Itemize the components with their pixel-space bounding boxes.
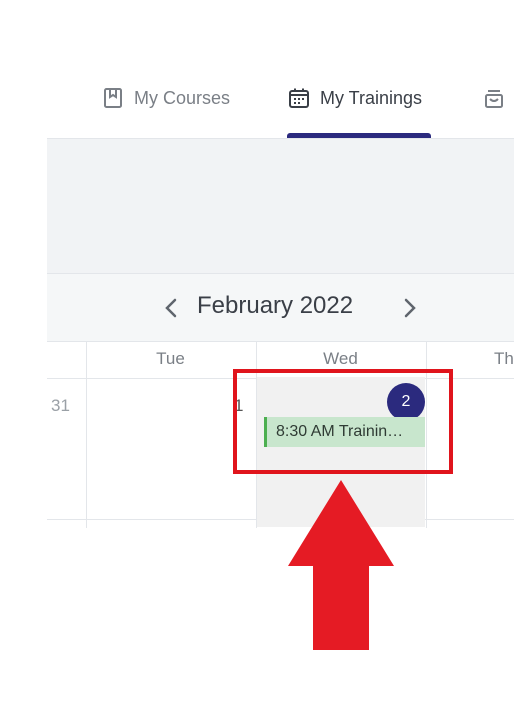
- weekday-tue: Tue: [156, 349, 185, 368]
- arrow-up-icon: [288, 480, 394, 650]
- tab-bar: My Courses My Trainings: [0, 0, 514, 139]
- calendar-icon: [288, 87, 310, 109]
- grid-line: [86, 341, 87, 528]
- tab-more[interactable]: [483, 84, 505, 112]
- month-title: February 2022: [197, 292, 354, 319]
- day-number: 31: [51, 396, 70, 415]
- tab-my-courses[interactable]: My Courses: [102, 84, 230, 112]
- tab-label: My Courses: [134, 87, 231, 108]
- highlight-box: [233, 369, 453, 474]
- book-icon: [102, 87, 124, 109]
- chevron-left-icon: [165, 298, 177, 318]
- next-month-button[interactable]: [397, 291, 423, 325]
- filter-panel: [47, 139, 514, 273]
- tab-my-trainings[interactable]: My Trainings: [288, 84, 422, 112]
- tab-label: My Trainings: [320, 87, 423, 108]
- chevron-right-icon: [404, 298, 416, 318]
- previous-month-button[interactable]: [158, 291, 184, 325]
- calendar-toolbar: February 2022: [47, 273, 514, 342]
- inbox-icon: [483, 87, 505, 109]
